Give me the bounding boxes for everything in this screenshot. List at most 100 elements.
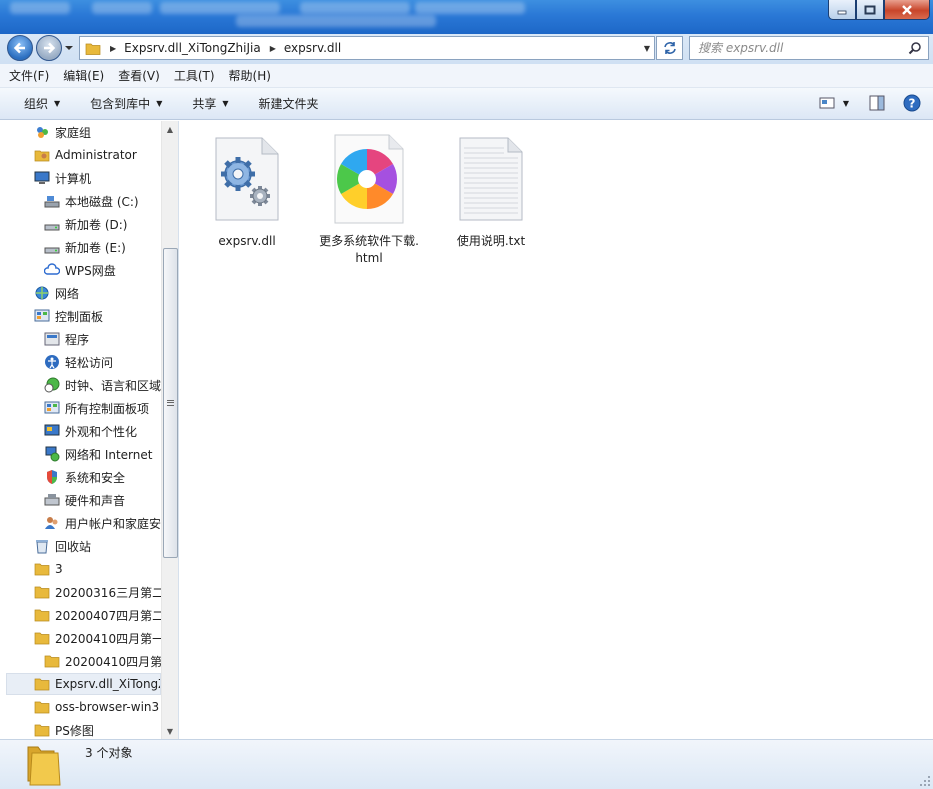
nav-item-label: 所有控制面板项 (65, 401, 150, 416)
breadcrumb-separator-icon[interactable]: ▶ (270, 44, 276, 53)
folder-icon (27, 746, 61, 786)
chevron-down-icon (65, 46, 73, 50)
folder-icon (44, 653, 60, 669)
maximize-button[interactable] (856, 0, 884, 20)
share-button[interactable]: 共享 ▼ (192, 95, 228, 112)
nav-item-label: 20200410四月第一 (55, 631, 161, 646)
text-file-icon (451, 131, 531, 227)
blurred-title-text (415, 2, 525, 14)
nav-item-label: Administrator (55, 148, 137, 162)
include-in-library-label: 包含到库中 (90, 97, 151, 111)
nav-item[interactable]: 20200407四月第二 (34, 604, 161, 626)
ease-of-access-icon (44, 354, 60, 370)
nav-item[interactable]: 20200410四月第 (44, 650, 161, 672)
appearance-icon (44, 423, 60, 439)
menu-help[interactable]: 帮助(H) (229, 67, 271, 84)
scroll-down-icon[interactable]: ▼ (162, 723, 178, 739)
nav-item[interactable]: 网络 (34, 282, 161, 304)
navigation-pane: PS修图 oss-browser-win3 Expsrv.dll_XiTongZ 20… (0, 121, 179, 739)
nav-item[interactable]: 外观和个性化 (44, 420, 161, 442)
nav-item[interactable]: 新加卷 (E:) (44, 236, 161, 258)
preview-pane-icon[interactable] (869, 95, 885, 111)
nav-item[interactable]: 系统和安全 (44, 466, 161, 488)
share-label: 共享 (192, 97, 217, 111)
minimize-button[interactable] (828, 0, 856, 20)
nav-item[interactable]: 家庭组 (34, 121, 161, 143)
scroll-up-icon[interactable]: ▲ (162, 121, 178, 137)
nav-item[interactable]: 本地磁盘 (C:) (44, 190, 161, 212)
file-item-html[interactable]: 更多系统软件下载.html (314, 131, 424, 267)
menu-tools[interactable]: 工具(T) (174, 67, 215, 84)
nav-item[interactable]: 回收站 (34, 535, 161, 557)
nav-item[interactable]: 轻松访问 (44, 351, 161, 373)
nav-item[interactable]: 计算机 (34, 167, 161, 189)
system-security-icon (44, 469, 60, 485)
nav-item-label: PS修图 (55, 723, 94, 738)
chevron-down-icon: ▼ (222, 99, 229, 108)
nav-item[interactable]: 控制面板 (34, 305, 161, 327)
control-panel-icon (44, 400, 60, 416)
maximize-icon (864, 5, 876, 14)
nav-item[interactable]: 时钟、语言和区域 (44, 374, 161, 396)
address-history-dropdown-icon[interactable]: ▼ (644, 44, 650, 53)
refresh-button[interactable] (656, 36, 683, 60)
item-count: 3 个对象 (85, 746, 133, 760)
nav-item[interactable]: oss-browser-win3 (34, 696, 161, 718)
nav-item-label: 时钟、语言和区域 (65, 378, 161, 393)
address-bar[interactable]: ▶ Expsrv.dll_XiTongZhiJia ▶ expsrv.dll ▼ (79, 36, 655, 60)
menu-bar: 文件(F) 编辑(E) 查看(V) 工具(T) 帮助(H) (0, 64, 933, 88)
recycle-bin-icon (34, 538, 50, 554)
file-name: 更多系统软件下载.html (319, 234, 419, 265)
network-icon (34, 285, 50, 301)
breadcrumb-separator-icon[interactable]: ▶ (110, 44, 116, 53)
menu-file[interactable]: 文件(F) (9, 67, 49, 84)
folder-icon (34, 584, 50, 600)
resize-grip-icon[interactable] (919, 775, 931, 787)
search-icon[interactable] (908, 41, 922, 55)
blurred-title-text (160, 2, 280, 14)
back-button[interactable] (7, 35, 33, 61)
nav-item[interactable]: 所有控制面板项 (44, 397, 161, 419)
menu-view[interactable]: 查看(V) (118, 67, 160, 84)
scroll-thumb[interactable] (163, 248, 178, 558)
nav-item[interactable]: WPS网盘 (44, 259, 161, 281)
nav-item[interactable]: 程序 (44, 328, 161, 350)
search-input[interactable] (698, 41, 898, 55)
close-button[interactable] (884, 0, 930, 20)
file-item-expsrv-dll[interactable]: expsrv.dll (192, 131, 302, 250)
nav-item-label: 硬件和声音 (65, 493, 126, 508)
help-icon[interactable]: ? (903, 94, 921, 112)
breadcrumb-item[interactable]: expsrv.dll (284, 41, 341, 55)
nav-item[interactable]: 用户帐户和家庭安 (44, 512, 161, 534)
new-folder-label: 新建文件夹 (258, 97, 319, 111)
nav-item[interactable]: 硬件和声音 (44, 489, 161, 511)
more-views-dropdown-icon[interactable]: ▼ (843, 99, 849, 108)
nav-item-label: 回收站 (55, 539, 92, 554)
breadcrumb-item[interactable]: Expsrv.dll_XiTongZhiJia (124, 41, 261, 55)
minimize-icon (837, 10, 847, 14)
nav-item[interactable]: 网络和 Internet (44, 443, 161, 465)
nav-item[interactable]: 新加卷 (D:) (44, 213, 161, 235)
file-item-txt[interactable]: 使用说明.txt (436, 131, 546, 250)
nav-item[interactable]: Expsrv.dll_XiTongZ (6, 673, 161, 695)
nav-item[interactable]: PS修图 (34, 719, 161, 739)
homegroup-icon (34, 124, 50, 140)
include-in-library-button[interactable]: 包含到库中 ▼ (90, 95, 162, 112)
nav-item-label: 控制面板 (55, 309, 104, 324)
nav-item[interactable]: 20200316三月第二 (34, 581, 161, 603)
nav-item[interactable]: 3 (34, 558, 161, 580)
change-view-icon[interactable] (819, 96, 835, 110)
organize-button[interactable]: 组织 ▼ (24, 95, 60, 112)
back-arrow-icon (13, 42, 25, 54)
svg-text:?: ? (909, 97, 916, 111)
nav-item[interactable]: Administrator (34, 144, 161, 166)
nav-item-label: 外观和个性化 (65, 424, 138, 439)
forward-button[interactable] (36, 35, 62, 61)
nav-item[interactable]: 20200410四月第一 (34, 627, 161, 649)
new-folder-button[interactable]: 新建文件夹 (259, 95, 319, 112)
menu-edit[interactable]: 编辑(E) (63, 67, 104, 84)
recent-pages-dropdown[interactable] (64, 43, 74, 53)
nav-scrollbar[interactable]: ▲ ▼ (161, 121, 178, 739)
title-bar[interactable] (0, 0, 933, 34)
file-list[interactable]: expsrv.dll 更多系统软件下载.html 使用说明.txt (180, 121, 933, 739)
